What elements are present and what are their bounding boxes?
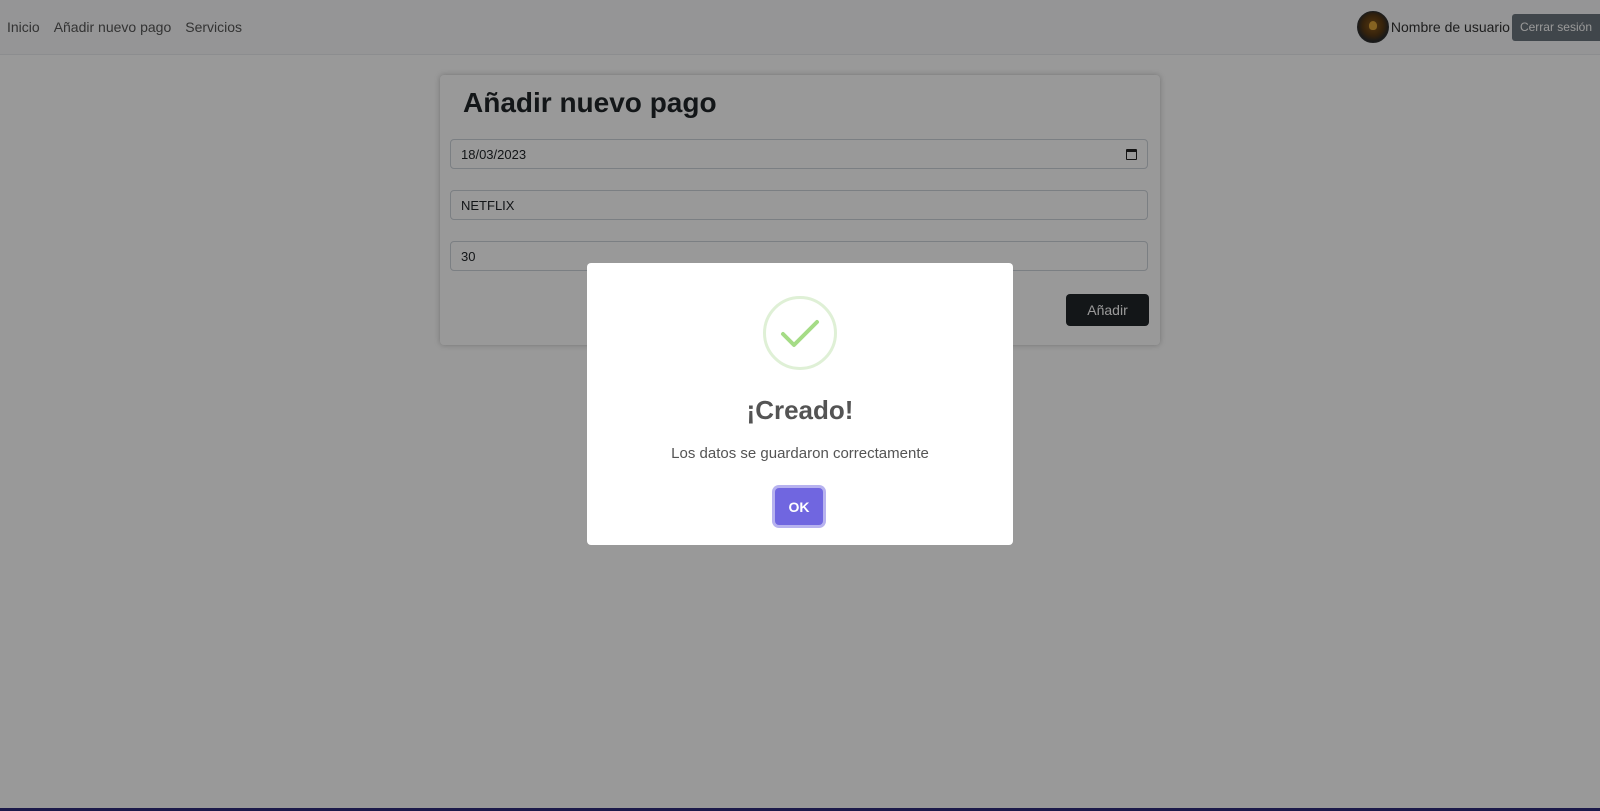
ok-button[interactable]: OK	[775, 488, 823, 525]
success-dialog: ¡Creado! Los datos se guardaron correcta…	[587, 263, 1013, 545]
check-mark	[781, 320, 819, 347]
success-check-icon	[763, 296, 837, 370]
dialog-title: ¡Creado!	[746, 395, 854, 425]
dialog-text: Los datos se guardaron correctamente	[671, 445, 929, 462]
